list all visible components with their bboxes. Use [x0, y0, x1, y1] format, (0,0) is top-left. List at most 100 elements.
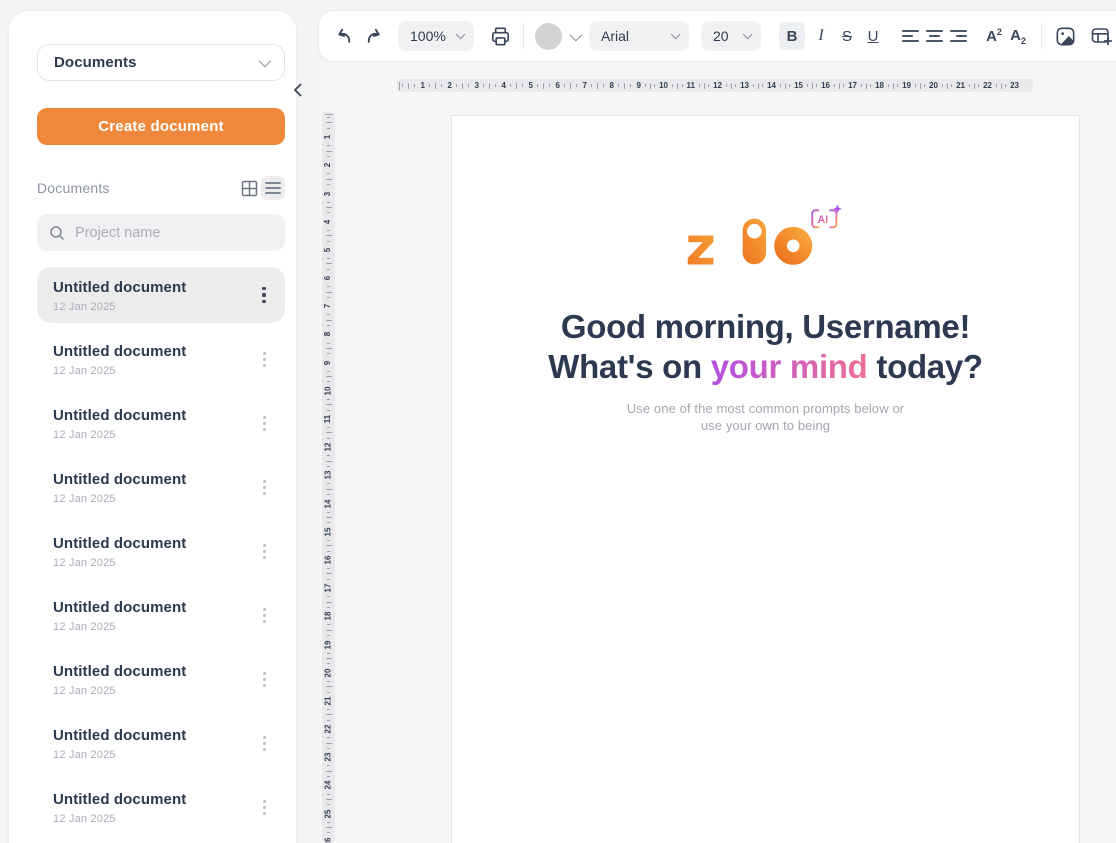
document-date: 12 Jan 2025 — [53, 749, 255, 761]
kebab-menu-icon — [263, 480, 266, 483]
document-list-item[interactable]: Untitled document 12 Jan 2025 — [37, 331, 285, 387]
greeting-line2-after: today? — [868, 348, 983, 385]
collapse-sidebar-icon — [293, 83, 302, 97]
align-right-icon — [950, 30, 967, 42]
document-info: Untitled document 12 Jan 2025 — [53, 468, 255, 505]
document-menu-button[interactable] — [255, 788, 273, 826]
search-box — [37, 214, 285, 251]
greeting-line1: Good morning, Username! — [561, 308, 970, 345]
document-list-item[interactable]: Untitled document 12 Jan 2025 — [37, 779, 285, 835]
document-list-item[interactable]: Untitled document 12 Jan 2025 — [37, 523, 285, 579]
greeting-heading: Good morning, Username! What's on your m… — [452, 307, 1079, 387]
document-title: Untitled document — [53, 404, 255, 424]
document-title: Untitled document — [53, 788, 255, 808]
document-menu-button[interactable] — [255, 340, 273, 378]
document-title: Untitled document — [53, 660, 255, 680]
document-list-item[interactable]: Untitled document 12 Jan 2025 — [37, 715, 285, 771]
vertical-ruler[interactable]: 1234567891011121314151617181920212223242… — [322, 112, 335, 843]
document-date: 12 Jan 2025 — [53, 429, 255, 441]
document-list-item[interactable]: Untitled document 12 Jan 2025 — [37, 267, 285, 323]
document-menu-button[interactable] — [255, 660, 273, 698]
document-title: Untitled document — [53, 276, 255, 296]
kebab-menu-icon — [263, 800, 266, 803]
grid-view-button[interactable] — [237, 176, 261, 200]
insert-image-button[interactable] — [1053, 22, 1077, 50]
document-list-item[interactable]: Untitled document 12 Jan 2025 — [37, 587, 285, 643]
document-date: 12 Jan 2025 — [53, 621, 255, 633]
svg-text:z: z — [687, 216, 716, 274]
font-family-dropdown[interactable]: Arial — [589, 21, 689, 51]
document-info: Untitled document 12 Jan 2025 — [53, 404, 255, 441]
search-input[interactable] — [75, 225, 255, 241]
document-list-item[interactable]: Untitled document 12 Jan 2025 — [37, 395, 285, 451]
prompt-subtitle: Use one of the most common prompts below… — [452, 400, 1079, 434]
insert-table-button[interactable] — [1089, 22, 1113, 50]
document-menu-button[interactable] — [255, 724, 273, 762]
document-date: 12 Jan 2025 — [53, 685, 255, 697]
document-date: 12 Jan 2025 — [53, 813, 255, 825]
superscript-icon: A2 — [986, 27, 1002, 45]
subscript-button[interactable]: A2 — [1006, 22, 1030, 50]
create-document-button[interactable]: Create document — [37, 108, 285, 145]
redo-icon — [363, 25, 385, 47]
chevron-down-icon — [743, 29, 753, 39]
document-list-item[interactable]: Untitled document 12 Jan 2025 — [37, 651, 285, 707]
logo-text-zio: z — [687, 216, 806, 274]
grid-view-icon — [241, 180, 258, 197]
document-date: 12 Jan 2025 — [53, 301, 255, 313]
svg-text:AI: AI — [817, 214, 828, 226]
document-title: Untitled document — [53, 724, 255, 744]
documents-section-header: Documents — [37, 176, 285, 200]
superscript-button[interactable]: A2 — [982, 22, 1006, 50]
font-family-value: Arial — [601, 28, 629, 44]
documents-type-selector[interactable]: Documents — [37, 44, 285, 81]
editor-canvas: 1234567891011121314151617181920212223 12… — [318, 62, 1116, 843]
chevron-down-icon — [671, 29, 681, 39]
insert-table-icon — [1089, 24, 1113, 48]
underline-button[interactable]: U — [860, 22, 886, 50]
strikethrough-button[interactable]: S — [834, 22, 860, 50]
toolbar-divider — [523, 23, 524, 49]
align-left-icon — [902, 30, 919, 42]
kebab-menu-icon — [263, 544, 266, 547]
document-menu-button[interactable] — [255, 532, 273, 570]
chevron-down-icon — [570, 28, 583, 41]
redo-button[interactable] — [362, 22, 386, 50]
kebab-menu-icon — [263, 352, 266, 355]
document-page[interactable]: z AI Good morning, Username! What's on y… — [451, 115, 1080, 843]
document-date: 12 Jan 2025 — [53, 493, 255, 505]
horizontal-ruler[interactable]: 1234567891011121314151617181920212223 — [397, 79, 1033, 92]
chevron-down-icon — [259, 55, 272, 68]
list-view-button[interactable] — [261, 176, 285, 200]
kebab-menu-icon — [262, 287, 266, 291]
color-swatch-icon — [535, 23, 562, 50]
align-right-button[interactable] — [946, 22, 970, 50]
subscript-icon: A2 — [1010, 27, 1026, 46]
toolbar-divider — [1041, 23, 1042, 49]
document-list-item[interactable]: Untitled document 12 Jan 2025 — [37, 459, 285, 515]
align-center-button[interactable] — [922, 22, 946, 50]
document-menu-button[interactable] — [255, 468, 273, 506]
zoom-level-dropdown[interactable]: 100% — [398, 21, 474, 51]
document-menu-button[interactable] — [255, 404, 273, 442]
document-info: Untitled document 12 Jan 2025 — [53, 724, 255, 761]
list-view-icon — [265, 181, 281, 195]
insert-image-icon — [1054, 25, 1077, 48]
align-left-button[interactable] — [898, 22, 922, 50]
text-color-dropdown[interactable] — [535, 22, 579, 50]
kebab-menu-icon — [263, 416, 266, 419]
kebab-menu-icon — [263, 608, 266, 611]
documents-section-label: Documents — [37, 180, 237, 196]
collapse-sidebar-button[interactable] — [288, 80, 306, 100]
document-info: Untitled document 12 Jan 2025 — [53, 596, 255, 633]
undo-button[interactable] — [332, 22, 356, 50]
document-menu-button[interactable] — [255, 596, 273, 634]
bold-button[interactable]: B — [779, 22, 805, 50]
document-info: Untitled document 12 Jan 2025 — [53, 788, 255, 825]
greeting-highlight: your mind — [711, 348, 868, 385]
document-menu-button[interactable] — [255, 276, 273, 314]
italic-button[interactable]: I — [808, 22, 834, 50]
sidebar: Documents Create document Documents Unti… — [8, 10, 297, 843]
font-size-dropdown[interactable]: 20 — [701, 21, 761, 51]
print-button[interactable] — [488, 22, 512, 50]
